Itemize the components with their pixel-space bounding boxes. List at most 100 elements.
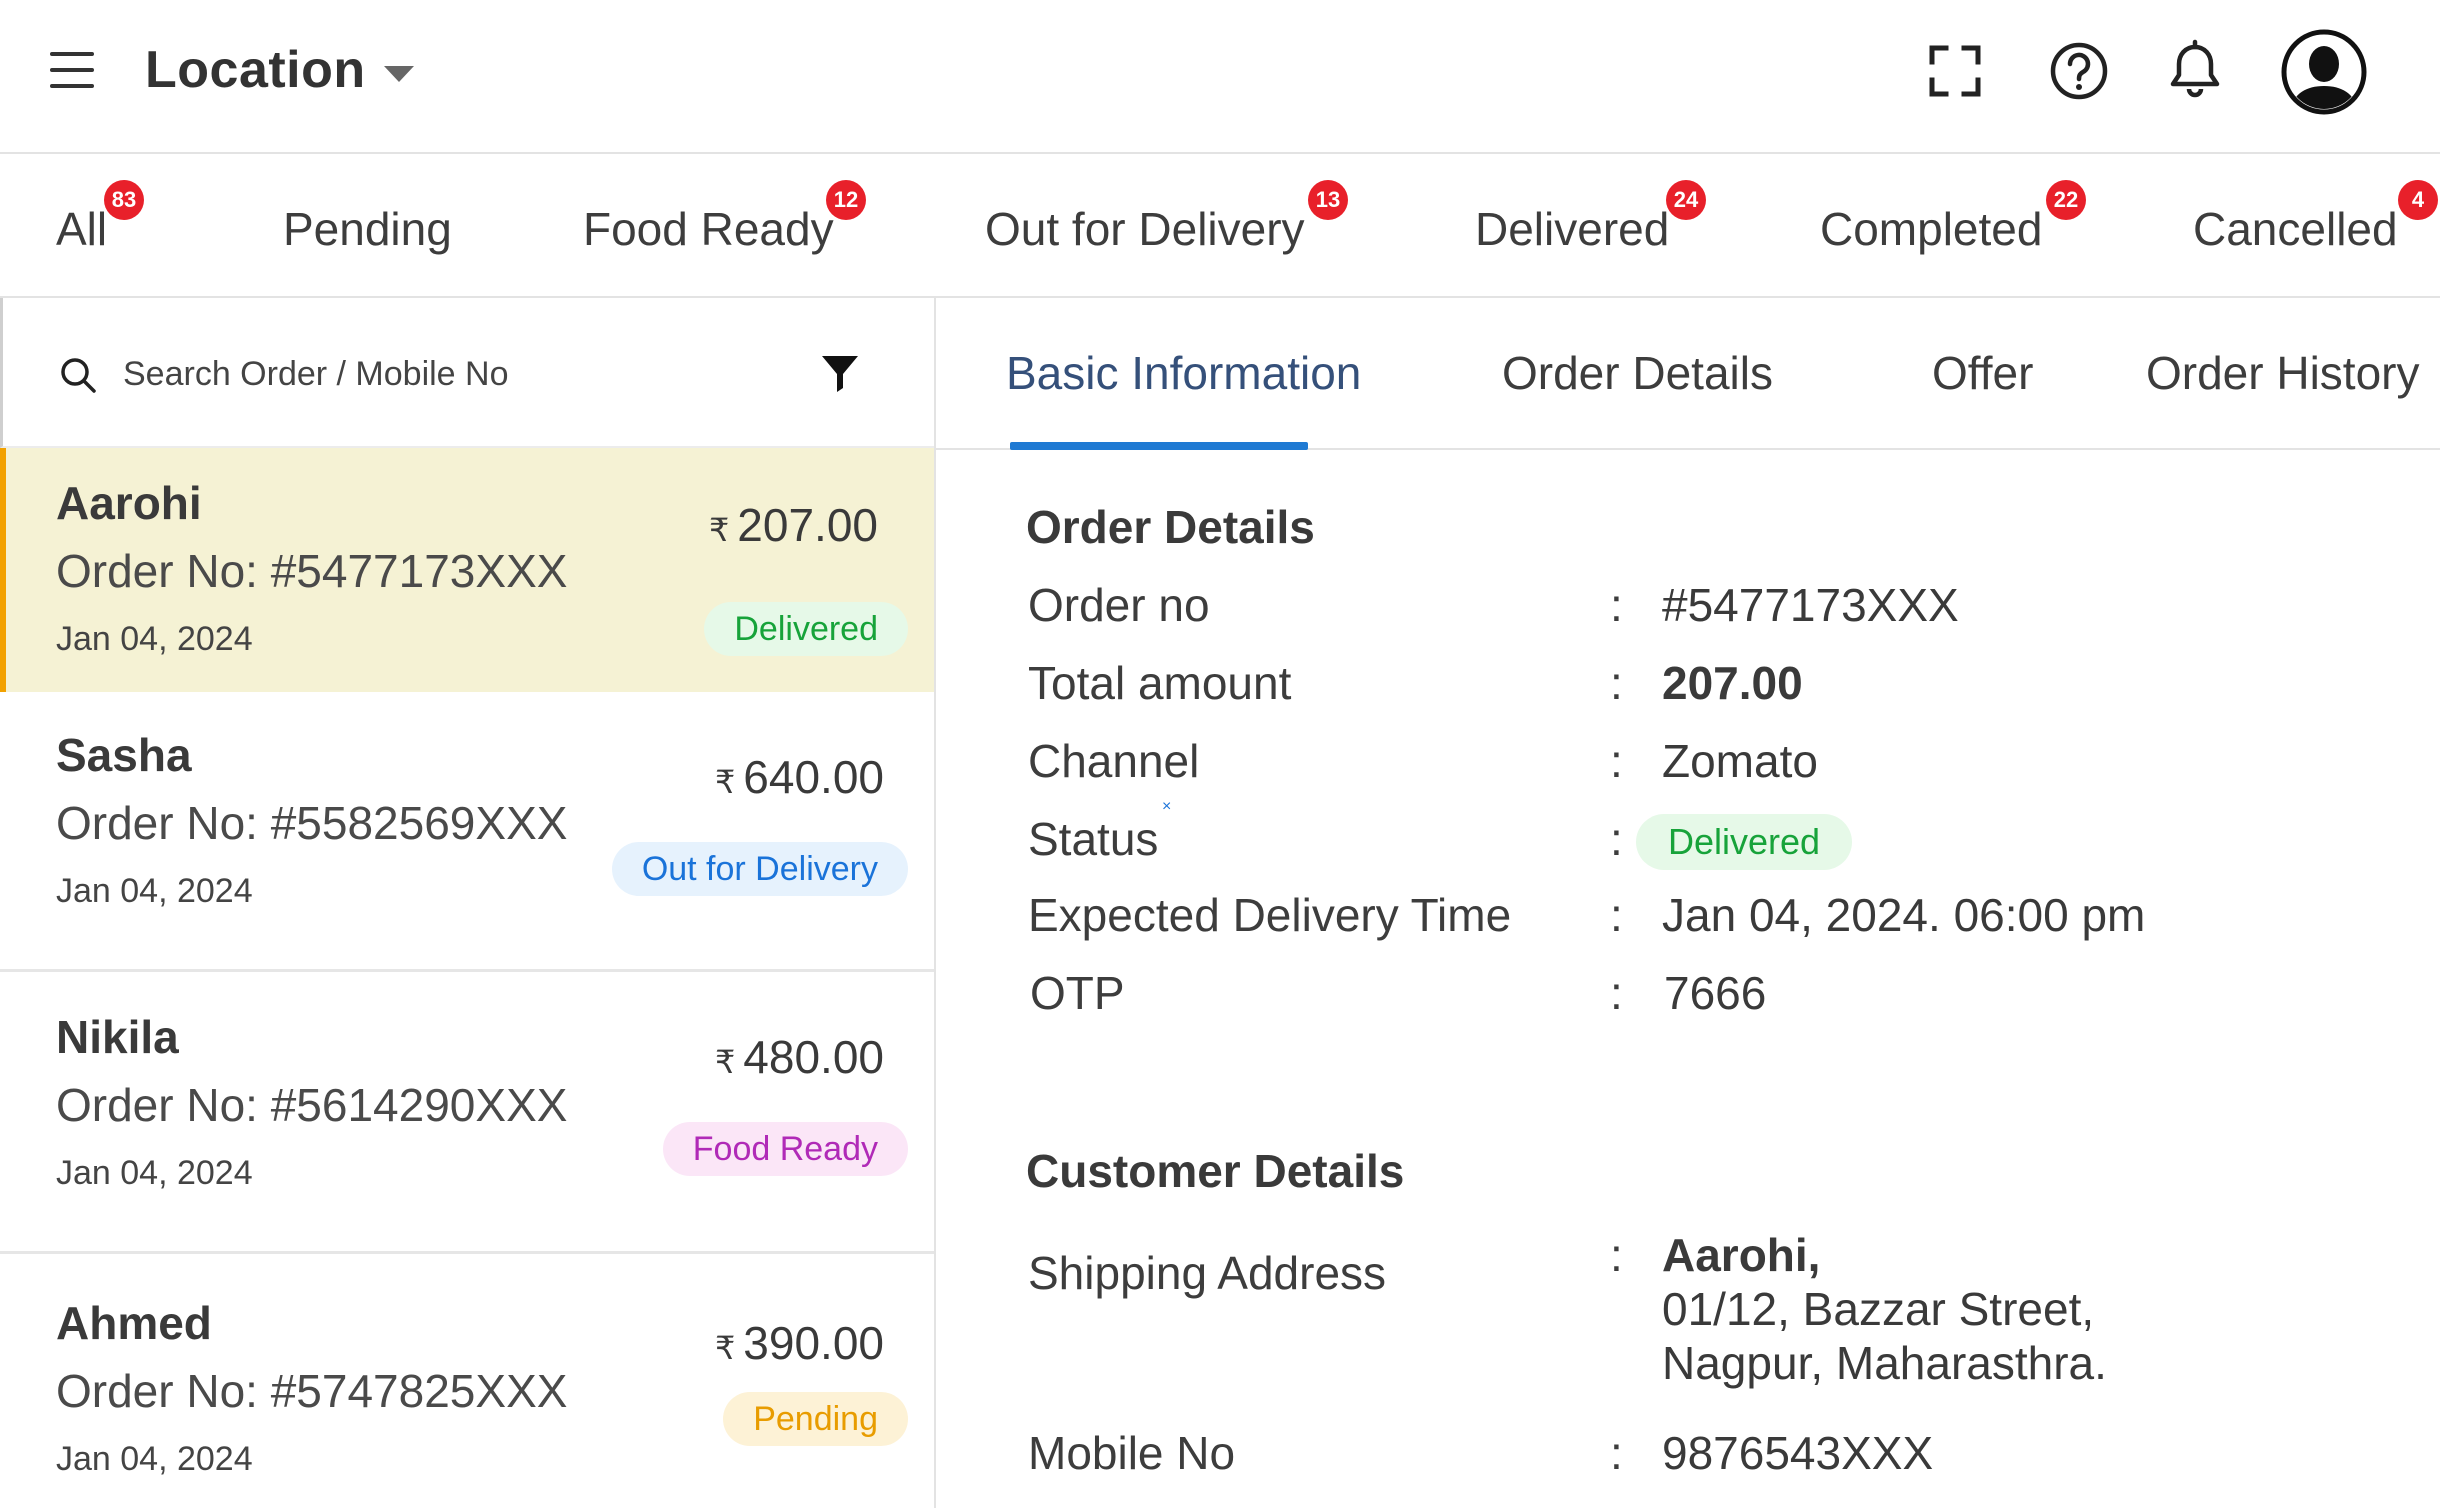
amount-value: 207.00 (737, 499, 878, 551)
top-header: Location (0, 0, 2440, 154)
count-badge: 13 (1308, 180, 1348, 220)
count-badge: 4 (2398, 180, 2438, 220)
order-amount: ₹ 207.00 (709, 498, 878, 552)
fullscreen-icon[interactable] (1920, 36, 1990, 106)
rupee-icon: ₹ (714, 764, 736, 800)
customer-name: Ahmed (56, 1297, 212, 1349)
total-amount-label: Total amount (1028, 657, 1292, 709)
count-badge: 22 (2046, 180, 2086, 220)
channel-label: Channel (1028, 735, 1200, 787)
order-number: Order No: #5477173XXX (56, 545, 568, 597)
tab-out-for-delivery[interactable]: Out for Delivery (985, 202, 1305, 256)
amount-value: 390.00 (743, 1317, 884, 1369)
tab-label: Pending (283, 203, 452, 255)
status-badge: Food Ready (662, 1122, 908, 1176)
shipping-name: Aarohi, (1662, 1229, 1821, 1281)
colon: : (1610, 1229, 1623, 1281)
order-amount: ₹ 640.00 (715, 750, 884, 804)
order-card-aarohi[interactable]: Aarohi Order No: #5477173XXX Jan 04, 202… (0, 448, 934, 692)
colon: : (1610, 889, 1623, 941)
order-amount: ₹ 480.00 (715, 1030, 884, 1084)
expected-delivery-value: Jan 04, 2024. 06:00 pm (1662, 889, 2146, 941)
customer-name: Nikila (56, 1011, 179, 1063)
status-label: Status (1028, 813, 1159, 865)
chevron-down-icon (383, 66, 414, 82)
search-input[interactable] (123, 344, 763, 404)
location-selector[interactable]: Location (145, 40, 414, 100)
order-date: Jan 04, 2024 (56, 1440, 253, 1478)
detail-tabs: Basic Information Order Details Offer Or… (936, 298, 2440, 450)
order-date: Jan 04, 2024 (56, 1154, 253, 1192)
count-badge: 12 (826, 180, 866, 220)
help-icon[interactable] (2044, 36, 2114, 106)
status-badge: Delivered (1636, 814, 1853, 870)
user-avatar-icon[interactable] (2280, 28, 2368, 116)
location-label: Location (145, 41, 366, 99)
order-card-sasha[interactable]: Sasha Order No: #5582569XXX Jan 04, 2024… (0, 692, 934, 972)
channel-value: Zomato (1662, 735, 1818, 787)
colon: : (1610, 657, 1623, 709)
tab-label: Delivered (1475, 203, 1670, 255)
tab-food-ready[interactable]: Food Ready (583, 202, 834, 256)
total-amount-value: 207.00 (1662, 657, 1803, 709)
active-tab-indicator (1010, 442, 1308, 450)
shipping-line-2: Nagpur, Maharasthra. (1662, 1337, 2107, 1389)
status-badge: Delivered (704, 602, 908, 656)
tab-offer[interactable]: Offer (1932, 346, 2033, 400)
order-card-nikila[interactable]: Nikila Order No: #5614290XXX Jan 04, 202… (0, 972, 934, 1254)
amount-value: 480.00 (743, 1031, 884, 1083)
customer-name: Sasha (56, 729, 192, 781)
tab-order-details[interactable]: Order Details (1502, 346, 1773, 400)
tab-label: Completed (1820, 203, 2043, 255)
bell-icon[interactable] (2160, 36, 2230, 106)
order-number: Order No: #5747825XXX (56, 1365, 568, 1417)
count-badge: 83 (104, 180, 144, 220)
customer-details-title: Customer Details (1026, 1145, 1405, 1197)
rupee-icon: ₹ (708, 512, 730, 548)
filter-icon[interactable] (819, 352, 861, 394)
colon: : (1610, 735, 1623, 787)
order-date: Jan 04, 2024 (56, 620, 253, 658)
tab-all[interactable]: All (56, 202, 107, 256)
tab-label: Food Ready (583, 203, 834, 255)
order-number: Order No: #5582569XXX (56, 797, 568, 849)
search-icon (61, 358, 96, 393)
rupee-icon: ₹ (714, 1044, 736, 1080)
expected-delivery-label: Expected Delivery Time (1028, 889, 1512, 941)
mobile-value: 9876543XXX (1662, 1427, 1934, 1479)
search-bar (0, 298, 934, 448)
count-badge: 24 (1666, 180, 1706, 220)
colon: : (1610, 1427, 1623, 1479)
order-details-title: Order Details (1026, 501, 1315, 553)
tab-label: All (56, 203, 108, 255)
order-card-ahmed[interactable]: Ahmed Order No: #5747825XXX Jan 04, 2024… (0, 1254, 934, 1508)
shipping-line-1: 01/12, Bazzar Street, (1662, 1283, 2095, 1335)
rupee-icon: ₹ (714, 1330, 736, 1366)
colon: : (1610, 967, 1623, 1019)
otp-value: 7666 (1664, 967, 1767, 1019)
status-badge: Out for Delivery (611, 842, 908, 896)
otp-label: OTP (1030, 967, 1125, 1019)
close-icon: × (1162, 798, 1172, 815)
tab-completed[interactable]: Completed (1820, 202, 2042, 256)
colon: : (1610, 813, 1623, 865)
amount-value: 640.00 (743, 751, 884, 803)
tab-order-history[interactable]: Order History (2146, 346, 2419, 400)
order-management-app: Location All 83 Pending Food Ready 12 Ou… (0, 0, 2440, 1508)
customer-name: Aarohi (56, 477, 202, 529)
tab-label: Out for Delivery (985, 203, 1305, 255)
tab-cancelled[interactable]: Cancelled (2193, 202, 2398, 256)
status-badge: Pending (723, 1392, 908, 1446)
order-amount: ₹ 390.00 (715, 1316, 884, 1370)
menu-icon[interactable] (50, 52, 96, 90)
order-list-panel: Aarohi Order No: #5477173XXX Jan 04, 202… (0, 298, 936, 1508)
order-date: Jan 04, 2024 (56, 872, 253, 910)
shipping-address-label: Shipping Address (1028, 1247, 1387, 1299)
order-no-value: #5477173XXX (1662, 579, 1959, 631)
tab-delivered[interactable]: Delivered (1475, 202, 1669, 256)
mobile-label: Mobile No (1028, 1427, 1236, 1479)
status-filter-tabs: All 83 Pending Food Ready 12 Out for Del… (0, 154, 2440, 298)
tab-pending[interactable]: Pending (283, 202, 452, 256)
colon: : (1610, 579, 1623, 631)
tab-basic-information[interactable]: Basic Information (1006, 346, 1361, 400)
